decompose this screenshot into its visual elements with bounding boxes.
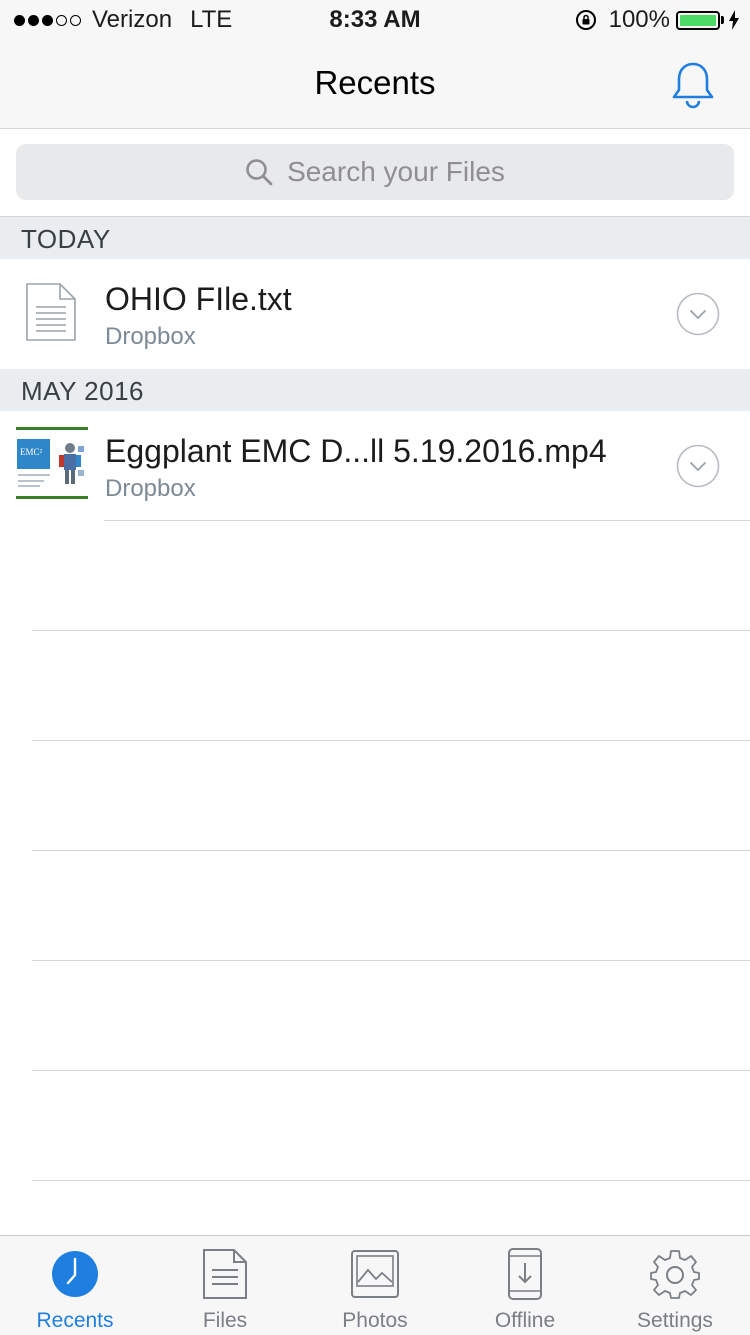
charging-bolt-icon xyxy=(729,10,739,30)
search-icon xyxy=(246,159,273,186)
tab-label: Photos xyxy=(342,1309,408,1332)
file-row-ohio[interactable]: OHIO FIle.txt Dropbox xyxy=(0,259,750,369)
search-placeholder: Search your Files xyxy=(287,156,505,187)
offline-phone-icon xyxy=(508,1248,542,1300)
tab-bar: Recents Files Photos Offline Settings xyxy=(0,1235,750,1335)
tab-label: Files xyxy=(202,1309,248,1332)
status-right: 100% xyxy=(575,6,740,34)
battery-icon xyxy=(676,10,720,30)
tab-offline[interactable]: Offline xyxy=(450,1236,600,1335)
gear-icon xyxy=(650,1250,700,1299)
file-source: Dropbox xyxy=(105,323,196,350)
empty-row-divider xyxy=(32,960,750,961)
empty-row-divider xyxy=(32,1180,750,1181)
row-divider xyxy=(104,520,750,521)
file-name: OHIO FIle.txt xyxy=(105,281,292,317)
photo-icon xyxy=(351,1250,399,1298)
video-thumbnail: EMC² xyxy=(16,427,88,499)
tab-files[interactable]: Files xyxy=(150,1236,300,1335)
battery-cap xyxy=(721,16,724,24)
file-options-chevron-icon[interactable] xyxy=(676,292,720,336)
file-source: Dropbox xyxy=(105,475,196,502)
search-input[interactable]: Search your Files xyxy=(16,144,734,200)
tab-settings[interactable]: Settings xyxy=(600,1236,750,1335)
notifications-bell-icon[interactable] xyxy=(670,60,716,110)
thumb-logo-text: EMC² xyxy=(20,447,43,457)
tab-label: Offline xyxy=(494,1309,556,1332)
file-row-eggplant[interactable]: EMC² Eggplant EMC D...ll 5.19.2016.mp4 D… xyxy=(0,411,750,521)
battery-fill xyxy=(680,14,716,26)
tab-label: Recents xyxy=(36,1309,114,1332)
file-name: Eggplant EMC D...ll 5.19.2016.mp4 xyxy=(105,433,607,469)
tab-recents[interactable]: Recents xyxy=(0,1236,150,1335)
tab-label: Settings xyxy=(637,1309,713,1332)
navigation-bar: Recents xyxy=(0,40,750,129)
file-options-chevron-icon[interactable] xyxy=(676,444,720,488)
empty-row-divider xyxy=(32,1070,750,1071)
section-title: TODAY xyxy=(21,224,111,254)
empty-row-divider xyxy=(32,850,750,851)
section-header-today: TODAY xyxy=(0,217,750,259)
document-icon xyxy=(203,1249,247,1299)
empty-row-divider xyxy=(32,630,750,631)
empty-row-divider xyxy=(32,740,750,741)
tab-photos[interactable]: Photos xyxy=(300,1236,450,1335)
rotation-lock-icon xyxy=(575,10,596,30)
text-file-icon xyxy=(26,283,76,341)
page-title: Recents xyxy=(314,64,436,101)
clock-icon xyxy=(52,1251,98,1297)
search-bar-container: Search your Files xyxy=(0,129,750,217)
section-title: MAY 2016 xyxy=(21,376,145,406)
robot-figure-icon xyxy=(59,443,84,484)
section-header-may-2016: MAY 2016 xyxy=(0,369,750,411)
status-bar: Verizon LTE 8:33 AM 100% xyxy=(0,0,750,40)
battery-percent: 100% xyxy=(608,6,670,33)
